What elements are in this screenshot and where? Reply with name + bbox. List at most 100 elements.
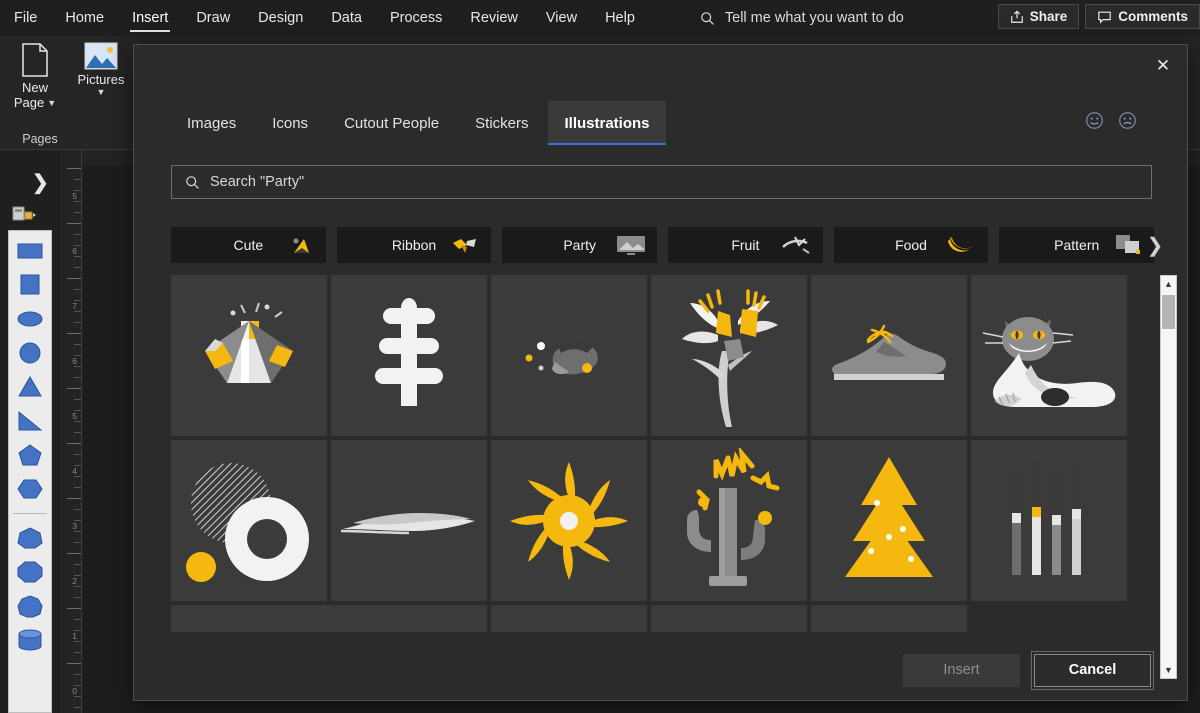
illustration-results-grid bbox=[171, 275, 1172, 632]
category-chip-cute[interactable]: Cute bbox=[171, 227, 326, 263]
illustration-birthday-candles[interactable] bbox=[491, 605, 647, 632]
pentagon-shape[interactable] bbox=[16, 443, 44, 467]
chevron-up-icon[interactable]: ▲ bbox=[1161, 276, 1176, 292]
new-page-button[interactable]: New Page ▼ bbox=[10, 42, 60, 111]
hexagon-shape[interactable] bbox=[16, 477, 44, 501]
illustration-brush-stroke[interactable] bbox=[331, 440, 487, 601]
insert-button[interactable]: Insert bbox=[903, 653, 1020, 687]
illustration-yellow-flower[interactable] bbox=[491, 440, 647, 601]
ruler-number: 0 bbox=[72, 686, 77, 696]
tell-me-box[interactable]: Tell me what you want to do bbox=[699, 10, 904, 27]
right-triangle-shape[interactable] bbox=[16, 409, 44, 433]
cylinder-shape[interactable] bbox=[16, 628, 44, 652]
illustration-computer-mouse[interactable] bbox=[491, 275, 647, 436]
illustration-party-popper[interactable] bbox=[171, 275, 327, 436]
ribbon-tab-view[interactable]: View bbox=[532, 0, 591, 36]
party-thumb bbox=[611, 231, 651, 259]
dialog-tab-images[interactable]: Images bbox=[171, 101, 252, 145]
pictures-button[interactable]: Pictures ▼ bbox=[76, 42, 126, 111]
ellipse-shape[interactable] bbox=[16, 307, 44, 331]
illustration-flowering-cactus[interactable] bbox=[651, 440, 807, 601]
illustration-paint-brushes[interactable] bbox=[971, 440, 1127, 601]
ruler-tick bbox=[74, 366, 81, 367]
illustration-fir-tree[interactable] bbox=[331, 275, 487, 436]
category-chip-party[interactable]: Party bbox=[502, 227, 658, 263]
close-icon[interactable]: ✕ bbox=[1149, 53, 1177, 79]
scrollbar-thumb[interactable] bbox=[1162, 295, 1175, 329]
ribbon-tab-insert[interactable]: Insert bbox=[118, 0, 182, 36]
square-shape[interactable] bbox=[16, 273, 44, 297]
ribbon-tab-file[interactable]: File bbox=[0, 0, 51, 36]
ruler-number: 7 bbox=[72, 301, 77, 311]
ribbon-tab-help[interactable]: Help bbox=[591, 0, 649, 36]
ribbon-tab-process[interactable]: Process bbox=[376, 0, 456, 36]
category-chip-ribbon[interactable]: Ribbon bbox=[336, 227, 492, 263]
dialog-tab-illustrations[interactable]: Illustrations bbox=[548, 101, 666, 145]
heptagon-shape[interactable] bbox=[16, 526, 44, 550]
rectangle-shape[interactable] bbox=[16, 239, 44, 263]
ruler-tick bbox=[74, 531, 81, 532]
category-chip-food[interactable]: Food bbox=[833, 227, 989, 263]
ribbon-tab-draw[interactable]: Draw bbox=[182, 0, 244, 36]
shapes-stencil-icon[interactable] bbox=[12, 205, 38, 225]
search-icon bbox=[701, 11, 714, 25]
illustration-yellow-dome[interactable] bbox=[651, 605, 807, 632]
expand-shapes-pane-button[interactable]: ❯ bbox=[32, 170, 49, 195]
food-thumb bbox=[942, 231, 982, 259]
ruler-tick bbox=[67, 443, 81, 444]
new-page-label-line1: New bbox=[21, 80, 48, 95]
ruler-number: 2 bbox=[72, 576, 77, 586]
share-button[interactable]: Share bbox=[997, 4, 1080, 29]
comments-button[interactable]: Comments bbox=[1085, 4, 1200, 29]
chevron-down-icon[interactable]: ▼ bbox=[97, 87, 106, 97]
tell-me-placeholder: Tell me what you want to do bbox=[724, 10, 904, 26]
ruler-tick bbox=[74, 707, 81, 708]
ruler-tick bbox=[74, 179, 81, 180]
category-chip-label: Cute bbox=[233, 237, 264, 253]
search-input[interactable]: Search "Party" bbox=[171, 165, 1152, 199]
octagon-shape[interactable] bbox=[16, 560, 44, 584]
feedback-sad-icon[interactable] bbox=[1118, 111, 1137, 130]
ribbon-tab-home[interactable]: Home bbox=[51, 0, 118, 36]
new-page-icon bbox=[22, 43, 48, 77]
comments-label: Comments bbox=[1118, 9, 1188, 24]
ruler-number: 4 bbox=[72, 466, 77, 476]
ruler-tick bbox=[74, 509, 81, 510]
circle-shape[interactable] bbox=[16, 341, 44, 365]
illustration-dress-shoe[interactable] bbox=[811, 275, 967, 436]
illustration-cat[interactable] bbox=[971, 275, 1127, 436]
dialog-tab-icons[interactable]: Icons bbox=[256, 101, 324, 145]
ruler-tick bbox=[74, 234, 81, 235]
illustration-yellow-pine-tree[interactable] bbox=[811, 440, 967, 601]
ruler-tick bbox=[67, 498, 81, 499]
visio-app-window: File Home Insert Draw Design Data Process Revie… bbox=[0, 0, 1200, 713]
share-icon bbox=[1010, 10, 1023, 23]
ribbon-tab-data[interactable]: Data bbox=[317, 0, 376, 36]
category-chip-fruit[interactable]: Fruit bbox=[668, 227, 823, 263]
nonagon-shape[interactable] bbox=[16, 594, 44, 618]
cute-thumb bbox=[280, 231, 320, 259]
chevron-down-icon[interactable]: ▼ bbox=[47, 98, 56, 108]
ribbon-tab-review[interactable]: Review bbox=[456, 0, 532, 36]
feedback-happy-icon[interactable] bbox=[1085, 111, 1104, 130]
cancel-button[interactable]: Cancel bbox=[1031, 650, 1154, 690]
results-scrollbar[interactable]: ▲ ▼ bbox=[1160, 275, 1177, 679]
ruler-tick bbox=[74, 377, 81, 378]
dialog-tab-stickers[interactable]: Stickers bbox=[459, 101, 544, 145]
illustration-mouse-partial[interactable] bbox=[331, 605, 487, 632]
ribbon-tab-strip: File Home Insert Draw Design Data Process Revie… bbox=[0, 0, 1200, 36]
ruler-tick bbox=[74, 454, 81, 455]
illustration-abstract-circles[interactable] bbox=[171, 440, 327, 601]
illustration-daffodil-flower[interactable] bbox=[651, 275, 807, 436]
vertical-ruler[interactable]: 5 6 7 6 5 4 3 2 1 0 bbox=[60, 150, 82, 713]
triangle-shape[interactable] bbox=[16, 375, 44, 399]
pictures-icon bbox=[84, 42, 118, 70]
ribbon-tab-design[interactable]: Design bbox=[244, 0, 317, 36]
category-chip-pattern[interactable]: Pattern bbox=[999, 227, 1155, 263]
illustration-white-dome[interactable] bbox=[811, 605, 967, 632]
ruler-number: 3 bbox=[72, 521, 77, 531]
dialog-tab-cutout-people[interactable]: Cutout People bbox=[328, 101, 455, 145]
ruler-tick bbox=[74, 487, 81, 488]
ribbon-group-label-pages: Pages bbox=[22, 132, 58, 146]
ruler-tick bbox=[74, 597, 81, 598]
